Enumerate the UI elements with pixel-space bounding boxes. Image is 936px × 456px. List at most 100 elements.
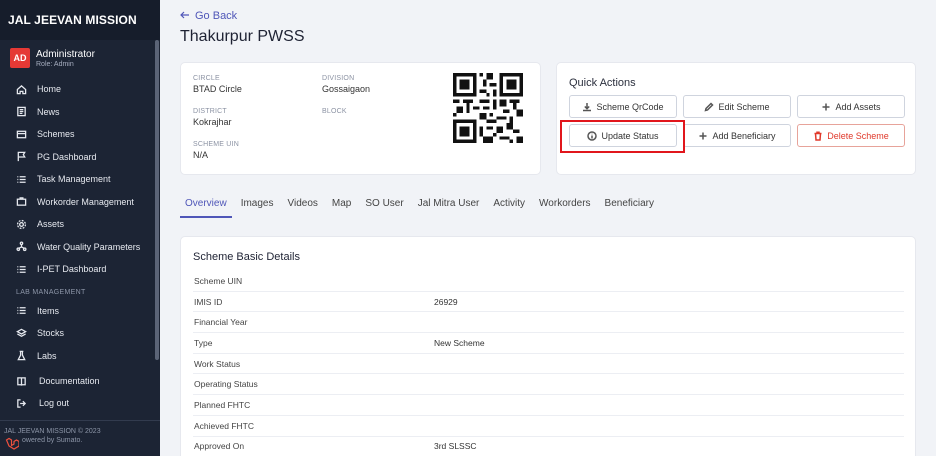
block-field: BLOCK — [322, 108, 347, 117]
sidebar-item-label: Documentation — [39, 376, 100, 386]
table-row: Work Status — [193, 354, 904, 375]
table-row: Operating Status — [193, 374, 904, 396]
news-icon — [16, 106, 27, 117]
sidebar-scrollbar[interactable] — [155, 40, 159, 360]
scheme-tabs: Overview Images Videos Map SO User Jal M… — [180, 192, 663, 218]
sidebar-item-items[interactable]: Items — [0, 300, 160, 323]
go-back-link[interactable]: Go Back — [180, 10, 237, 22]
pencil-icon — [704, 101, 715, 112]
brand-title: JAL JEEVAN MISSION — [0, 0, 160, 40]
scheme-qrcode-button[interactable]: Scheme QrCode — [569, 95, 677, 118]
scheme-uin-value: N/A — [193, 150, 209, 160]
row-key: Planned FHTC — [194, 399, 251, 410]
table-row: Scheme UIN — [193, 271, 904, 292]
tab-beneficiary[interactable]: Beneficiary — [600, 192, 659, 218]
sidebar-item-assets[interactable]: Assets — [0, 213, 160, 236]
gear-icon — [16, 219, 27, 230]
sidebar-item-task-management[interactable]: Task Management — [0, 168, 160, 191]
table-row: Planned FHTC — [193, 395, 904, 416]
circle-value: BTAD Circle — [193, 84, 242, 94]
qr-code-image — [453, 73, 523, 143]
sidebar-item-schemes[interactable]: Schemes — [0, 123, 160, 146]
tab-overview[interactable]: Overview — [180, 192, 232, 218]
list-icon — [16, 305, 27, 316]
footer-powered: owered by Sumato. — [22, 437, 83, 444]
table-row: Type New Scheme — [193, 333, 904, 354]
update-status-highlight — [560, 120, 685, 153]
tab-images[interactable]: Images — [236, 192, 279, 218]
row-key: Work Status — [194, 358, 241, 369]
flag-icon — [16, 151, 27, 162]
scheme-info-card: CIRCLE BTAD Circle DIVISION Gossaigaon D… — [180, 62, 541, 175]
row-key: IMIS ID — [194, 296, 223, 307]
sidebar-item-label: Water Quality Parameters — [37, 241, 141, 252]
scheme-uin-label: SCHEME UIN — [193, 141, 239, 148]
scheme-details-title: Scheme Basic Details — [193, 251, 300, 263]
add-assets-button[interactable]: Add Assets — [797, 95, 905, 118]
sidebar-item-label: Log out — [39, 398, 70, 408]
sidebar-item-logout[interactable]: Log out — [0, 392, 160, 414]
edit-scheme-button[interactable]: Edit Scheme — [683, 95, 791, 118]
lab-nav: Items Stocks Labs — [0, 298, 160, 368]
trash-icon — [813, 131, 823, 141]
sidebar-footer: JAL JEEVAN MISSION © 2023 owered by Suma… — [0, 421, 160, 445]
tab-workorders[interactable]: Workorders — [534, 192, 596, 218]
layers-icon — [16, 328, 27, 339]
add-assets-label: Add Assets — [835, 101, 881, 112]
sidebar-item-labs[interactable]: Labs — [0, 345, 160, 368]
block-label: BLOCK — [322, 108, 347, 115]
sidebar-item-home[interactable]: Home — [0, 78, 160, 101]
network-icon — [16, 241, 27, 252]
arrow-left-icon — [180, 10, 190, 22]
footer-copyright: JAL JEEVAN MISSION © 2023 — [4, 428, 101, 435]
sidebar-item-workorder-management[interactable]: Workorder Management — [0, 191, 160, 214]
row-key: Type — [194, 337, 213, 348]
sidebar-item-label: News — [37, 106, 60, 117]
book-icon — [16, 376, 27, 387]
avatar: AD — [10, 48, 30, 68]
sidebar-item-label: Items — [37, 305, 60, 316]
download-icon — [582, 102, 592, 112]
tab-so-user[interactable]: SO User — [360, 192, 408, 218]
circle-label: CIRCLE — [193, 75, 220, 82]
scheme-uin-field: SCHEME UIN N/A — [193, 141, 239, 160]
sidebar-item-label: Stocks — [37, 328, 65, 339]
go-back-label: Go Back — [195, 10, 238, 22]
row-key: Scheme UIN — [194, 275, 243, 286]
row-key: Operating Status — [194, 379, 258, 390]
tab-jal-mitra-user[interactable]: Jal Mitra User — [413, 192, 485, 218]
home-icon — [16, 84, 27, 95]
sidebar-item-label: Schemes — [37, 129, 75, 140]
list-icon — [16, 174, 27, 185]
sidebar-item-water-quality[interactable]: Water Quality Parameters — [0, 236, 160, 259]
division-field: DIVISION Gossaigaon — [322, 75, 370, 94]
division-value: Gossaigaon — [322, 84, 371, 94]
flask-icon — [16, 350, 27, 361]
sidebar-item-documentation[interactable]: Documentation — [0, 370, 160, 392]
sidebar-item-label: I-PET Dashboard — [37, 264, 107, 275]
sidebar: JAL JEEVAN MISSION AD Administrator Role… — [0, 0, 160, 456]
tab-videos[interactable]: Videos — [282, 192, 322, 218]
schemes-icon — [16, 129, 27, 140]
quick-actions-card: Quick Actions Scheme QrCode Edit Scheme … — [556, 62, 916, 175]
row-value: New Scheme — [434, 337, 485, 348]
scheme-qrcode-label: Scheme QrCode — [596, 101, 664, 112]
circle-field: CIRCLE BTAD Circle — [193, 75, 242, 94]
sidebar-item-label: Assets — [37, 219, 65, 230]
row-value: 26929 — [434, 296, 458, 307]
sidebar-item-stocks[interactable]: Stocks — [0, 322, 160, 345]
laravel-logo-icon — [5, 437, 19, 450]
plus-icon — [821, 102, 831, 112]
user-profile[interactable]: AD Administrator Role: Admin — [0, 40, 160, 76]
table-row: Financial Year — [193, 312, 904, 334]
sidebar-item-pg-dashboard[interactable]: PG Dashboard — [0, 146, 160, 169]
sidebar-item-label: Home — [37, 84, 62, 95]
sidebar-item-ipet-dashboard[interactable]: I-PET Dashboard — [0, 258, 160, 281]
delete-scheme-button[interactable]: Delete Scheme — [797, 124, 905, 147]
sidebar-item-news[interactable]: News — [0, 101, 160, 124]
tab-activity[interactable]: Activity — [488, 192, 530, 218]
add-beneficiary-button[interactable]: Add Beneficiary — [683, 124, 791, 147]
list-icon — [16, 264, 27, 275]
tab-map[interactable]: Map — [327, 192, 356, 218]
details-table: Scheme UIN IMIS ID 26929 Financial Year T… — [193, 271, 904, 456]
